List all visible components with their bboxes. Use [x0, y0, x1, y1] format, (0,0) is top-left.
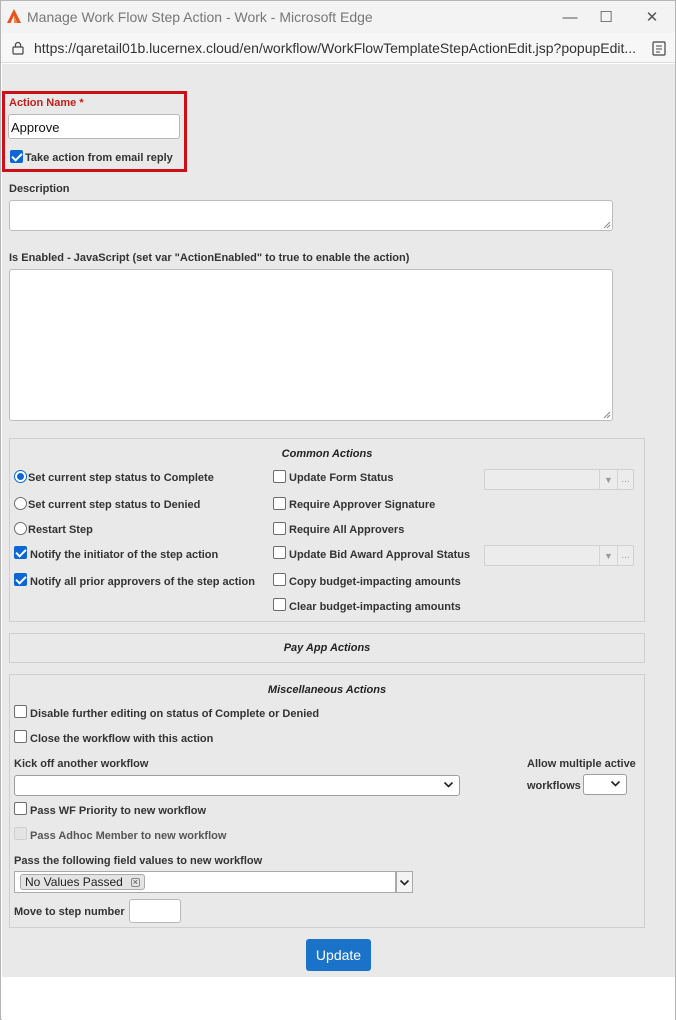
- resize-handle-icon[interactable]: [603, 221, 611, 229]
- address-bar: https://qaretail01b.lucernex.cloud/en/wo…: [1, 33, 675, 63]
- chevron-down-icon: [610, 780, 621, 787]
- remove-tag-icon[interactable]: ×: [130, 877, 140, 887]
- window-title: Manage Work Flow Step Action - Work - Mi…: [27, 9, 373, 25]
- radio-restart[interactable]: [14, 522, 27, 535]
- kickoff-workflow-select[interactable]: [14, 775, 460, 796]
- chevron-down-icon: [443, 781, 454, 788]
- minimize-button[interactable]: —: [554, 5, 586, 29]
- disable-editing-label: Disable further editing on status of Com…: [30, 708, 320, 720]
- description-textarea[interactable]: [9, 200, 613, 231]
- update-bid-award-checkbox[interactable]: [273, 546, 286, 559]
- field-tag: No Values Passed ×: [20, 874, 145, 890]
- chevron-down-icon: ▼: [599, 470, 617, 489]
- misc-actions-title: Miscellaneous Actions: [267, 684, 387, 696]
- pay-app-actions-panel: Pay App Actions: [9, 633, 645, 663]
- clear-budget-label: Clear budget-impacting amounts: [289, 601, 461, 613]
- form-status-select[interactable]: ▼ ...: [484, 469, 634, 490]
- action-name-value: Approve: [11, 120, 60, 135]
- close-workflow-label: Close the workflow with this action: [30, 733, 214, 745]
- require-signature-label: Require Approver Signature: [289, 499, 436, 511]
- notify-approvers-checkbox[interactable]: [14, 573, 27, 586]
- radio-restart-label: Restart Step: [28, 524, 93, 536]
- more-options-button[interactable]: ...: [617, 546, 633, 565]
- more-options-button[interactable]: ...: [617, 470, 633, 489]
- radio-complete-label: Set current step status to Complete: [28, 472, 214, 484]
- update-bid-award-label: Update Bid Award Approval Status: [289, 549, 471, 561]
- notify-approvers-label: Notify all prior approvers of the step a…: [30, 576, 255, 588]
- copy-budget-checkbox[interactable]: [273, 573, 286, 586]
- pay-app-actions-title: Pay App Actions: [283, 642, 371, 654]
- allow-multiple-label-2: workflows: [527, 780, 581, 792]
- lucernex-logo-icon: [7, 9, 21, 23]
- radio-complete[interactable]: [14, 470, 27, 483]
- email-reply-checkbox[interactable]: [10, 150, 23, 163]
- update-button[interactable]: Update: [306, 939, 371, 971]
- kickoff-label: Kick off another workflow: [14, 758, 149, 770]
- pass-priority-label: Pass WF Priority to new workflow: [30, 805, 207, 817]
- move-step-input[interactable]: [129, 899, 181, 923]
- bid-award-select[interactable]: ▼ ...: [484, 545, 634, 566]
- update-form-status-label: Update Form Status: [289, 472, 394, 484]
- notify-initiator-label: Notify the initiator of the step action: [30, 549, 219, 561]
- page-footer: [2, 977, 675, 1020]
- close-workflow-checkbox[interactable]: [14, 730, 27, 743]
- disable-editing-checkbox[interactable]: [14, 705, 27, 718]
- notify-initiator-checkbox[interactable]: [14, 546, 27, 559]
- require-all-approvers-checkbox[interactable]: [273, 522, 286, 535]
- description-label: Description: [9, 183, 70, 195]
- require-signature-checkbox[interactable]: [273, 497, 286, 510]
- action-name-label: Action Name *: [9, 97, 84, 109]
- pass-priority-checkbox[interactable]: [14, 802, 27, 815]
- radio-denied-label: Set current step status to Denied: [28, 499, 201, 511]
- pass-fields-dropdown-button[interactable]: [396, 871, 413, 893]
- require-all-approvers-label: Require All Approvers: [289, 524, 405, 536]
- radio-denied[interactable]: [14, 497, 27, 510]
- reader-mode-icon[interactable]: [652, 41, 666, 56]
- close-button[interactable]: ✕: [636, 5, 668, 29]
- pass-fields-label: Pass the following field values to new w…: [14, 855, 263, 867]
- allow-multiple-select[interactable]: [583, 774, 627, 795]
- lock-icon: [12, 41, 24, 55]
- chevron-down-icon: [399, 879, 410, 886]
- clear-budget-checkbox[interactable]: [273, 598, 286, 611]
- pass-adhoc-checkbox[interactable]: [14, 827, 27, 840]
- url-text[interactable]: https://qaretail01b.lucernex.cloud/en/wo…: [34, 40, 644, 56]
- action-name-field[interactable]: Approve: [8, 114, 180, 139]
- pass-fields-multiselect[interactable]: No Values Passed ×: [14, 871, 396, 893]
- allow-multiple-label: Allow multiple active: [527, 758, 636, 770]
- update-form-status-checkbox[interactable]: [273, 470, 286, 483]
- email-reply-label: Take action from email reply: [25, 152, 173, 164]
- is-enabled-textarea[interactable]: [9, 269, 613, 421]
- maximize-button[interactable]: ☐: [590, 5, 622, 29]
- resize-handle-icon[interactable]: [603, 411, 611, 419]
- title-bar: Manage Work Flow Step Action - Work - Mi…: [1, 1, 675, 33]
- copy-budget-label: Copy budget-impacting amounts: [289, 576, 461, 588]
- common-actions-title: Common Actions: [281, 448, 373, 460]
- field-tag-label: No Values Passed: [25, 875, 123, 889]
- is-enabled-label: Is Enabled - JavaScript (set var "Action…: [9, 252, 410, 264]
- move-step-label: Move to step number: [14, 906, 125, 918]
- pass-adhoc-label: Pass Adhoc Member to new workflow: [30, 830, 227, 842]
- chevron-down-icon: ▼: [599, 546, 617, 565]
